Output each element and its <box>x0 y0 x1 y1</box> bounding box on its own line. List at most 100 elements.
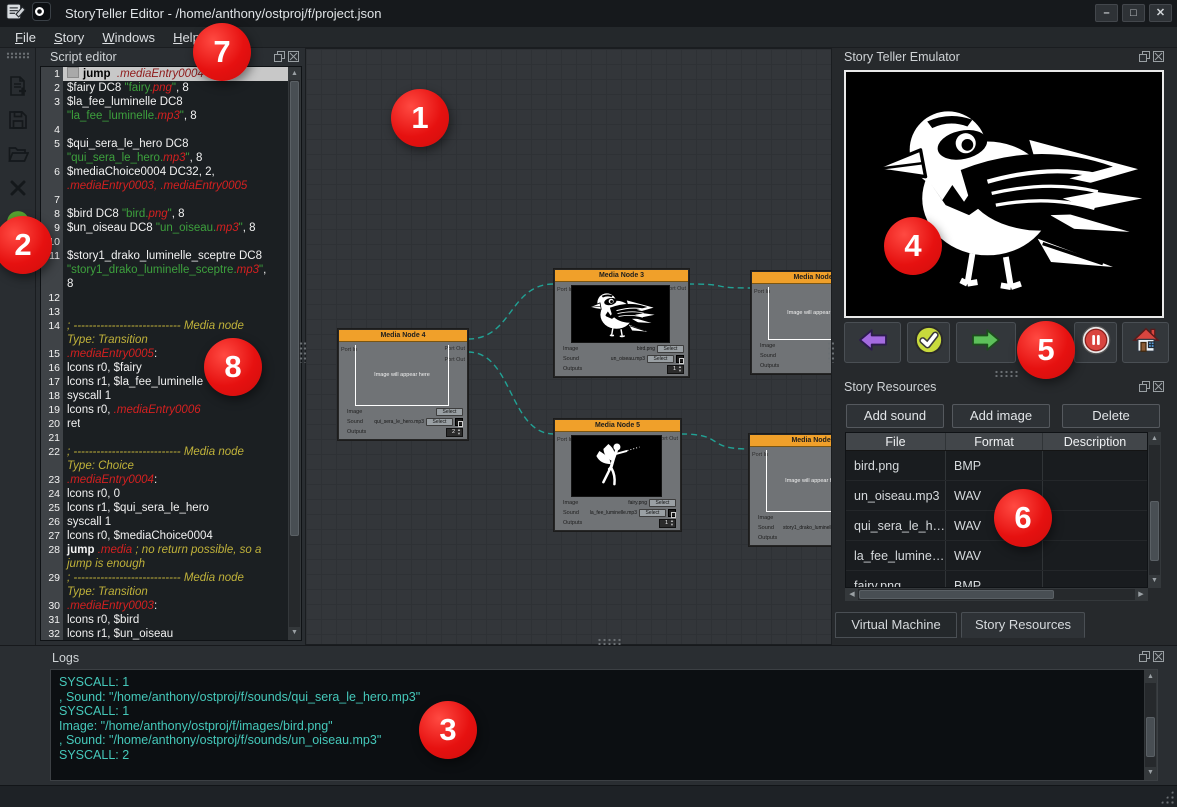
save-icon[interactable] <box>5 107 31 133</box>
column-header[interactable]: File <box>846 433 946 450</box>
scroll-up-icon[interactable]: ▲ <box>289 68 300 80</box>
add-image-button[interactable]: Add image <box>952 404 1050 428</box>
table-row[interactable]: fairy.pngBMP <box>846 571 1147 588</box>
scroll-down-icon[interactable]: ▼ <box>1149 575 1160 587</box>
back-button[interactable] <box>844 322 901 363</box>
left-toolbar <box>0 48 36 645</box>
resize-grip[interactable] <box>1160 790 1174 804</box>
code-row: 13 <box>41 305 301 319</box>
scroll-left-icon[interactable]: ◀ <box>846 589 858 600</box>
log-line: Image: "/home/anthony/ostproj/f/images/b… <box>59 719 1149 734</box>
code-row: 4 <box>41 123 301 137</box>
float-icon[interactable] <box>1139 51 1150 62</box>
script-scrollbar-thumb[interactable] <box>290 81 299 536</box>
select-button[interactable]: Select <box>657 345 684 353</box>
outputs-spinner[interactable]: 2▲▼ <box>446 428 463 437</box>
pause-button[interactable] <box>1074 322 1117 363</box>
float-icon[interactable] <box>1139 651 1150 662</box>
scroll-up-icon[interactable]: ▲ <box>1149 433 1160 445</box>
status-bar <box>0 785 1177 807</box>
trash-icon[interactable] <box>676 355 684 363</box>
table-cell <box>1043 541 1147 570</box>
code-row: 1jump .mediaEntry0004 <box>41 67 301 81</box>
select-button[interactable]: Select <box>436 408 463 416</box>
float-icon[interactable] <box>274 51 285 62</box>
new-file-icon[interactable] <box>5 73 31 99</box>
tab-story-resources[interactable]: Story Resources <box>961 612 1085 638</box>
annotation-circle-3: 3 <box>419 701 477 759</box>
media-node[interactable]: Media Node 6Port InPort OutImage will ap… <box>749 434 832 546</box>
media-node[interactable]: Media Node 5Port InPort OutImagefairy.pn… <box>554 419 681 531</box>
select-button[interactable]: Select <box>426 418 453 426</box>
scroll-up-icon[interactable]: ▲ <box>1145 671 1156 683</box>
resources-scrollbar[interactable]: ▲ ▼ <box>1148 432 1161 588</box>
table-cell: BMP <box>946 571 1043 588</box>
column-header[interactable]: Format <box>946 433 1043 450</box>
trash-icon[interactable] <box>668 509 676 517</box>
scroll-right-icon[interactable]: ▶ <box>1135 589 1147 600</box>
trash-icon[interactable] <box>455 418 463 426</box>
code-row: 11$story1_drako_luminelle_sceptre DC8 <box>41 249 301 263</box>
splitter-handle[interactable] <box>299 341 306 363</box>
field-label: Outputs <box>347 429 370 435</box>
node-body: Port InPort OutImagebird.pngSelectSoundu… <box>555 283 688 376</box>
logs-output[interactable]: SYSCALL: 1, Sound: "/home/anthony/ostpro… <box>50 669 1158 781</box>
code-area[interactable]: 1jump .mediaEntry00042$fairy DC8 "fairy.… <box>40 66 302 641</box>
app-icon <box>32 2 51 26</box>
open-folder-icon[interactable] <box>5 141 31 167</box>
node-field-row: Soundun_oiseau.mp3Select <box>563 354 684 364</box>
next-button[interactable] <box>956 322 1016 363</box>
splitter-handle[interactable] <box>597 638 623 645</box>
script-editor-title: Script editor <box>50 50 117 64</box>
code-row: 19lcons r0, .mediaEntry0006 <box>41 403 301 417</box>
splitter-handle[interactable] <box>827 341 834 363</box>
select-button[interactable]: Select <box>649 499 676 507</box>
add-sound-button[interactable]: Add sound <box>846 404 944 428</box>
menu-windows[interactable]: Windows <box>93 30 164 45</box>
home-button[interactable] <box>1122 322 1169 363</box>
tab-virtual-machine[interactable]: Virtual Machine <box>835 612 957 638</box>
node-fields: Imagefairy.pngSelectSoundla_fee_luminell… <box>563 498 676 528</box>
scroll-down-icon[interactable]: ▼ <box>1145 767 1156 779</box>
logs-panel: Logs SYSCALL: 1, Sound: "/home/anthony/o… <box>0 645 1177 785</box>
code-row: 15.mediaEntry0005: <box>41 347 301 361</box>
close-icon[interactable] <box>1153 651 1164 662</box>
ok-button[interactable] <box>907 322 950 363</box>
outputs-spinner[interactable]: 1▲▼ <box>659 519 676 528</box>
resources-hscrollbar[interactable]: ◀ ▶ <box>845 588 1148 601</box>
close-icon[interactable] <box>1153 51 1164 62</box>
toolbar-drag-handle[interactable] <box>6 52 30 59</box>
maximize-button[interactable]: □ <box>1122 4 1145 22</box>
cut-icon[interactable] <box>5 175 31 201</box>
field-label: Outputs <box>563 366 586 372</box>
close-button[interactable]: ✕ <box>1149 4 1172 22</box>
menu-story[interactable]: Story <box>45 30 93 45</box>
close-icon[interactable] <box>1153 381 1164 392</box>
close-icon[interactable] <box>288 51 299 62</box>
table-cell <box>1043 511 1147 540</box>
table-row[interactable]: bird.pngBMP <box>846 451 1147 481</box>
code-row: 31lcons r0, $bird <box>41 613 301 627</box>
node-field-row: Outputs1▲▼ <box>758 533 832 543</box>
node-canvas[interactable]: Media Node 4Port InPort OutPort OutImage… <box>305 48 832 645</box>
emulator-title: Story Teller Emulator <box>844 50 960 64</box>
node-field-row: Outputs 1▲▼ <box>563 364 684 374</box>
code-row: "qui_sera_le_hero.mp3", 8 <box>41 151 301 165</box>
logs-scrollbar[interactable]: ▲ ▼ <box>1144 670 1157 780</box>
select-button[interactable]: Select <box>647 355 674 363</box>
select-button[interactable]: Select <box>639 509 666 517</box>
column-header[interactable]: Description <box>1043 433 1147 450</box>
media-node[interactable]: Media Node 4Port InPort OutPort OutImage… <box>338 329 468 440</box>
dock-splitter-handle[interactable] <box>994 370 1020 377</box>
table-row[interactable]: la_fee_lumine…WAV <box>846 541 1147 571</box>
scroll-down-icon[interactable]: ▼ <box>289 627 300 639</box>
code-row: 9$un_oiseau DC8 "un_oiseau.mp3", 8 <box>41 221 301 235</box>
minimize-button[interactable]: – <box>1095 4 1118 22</box>
menu-file[interactable]: File <box>6 30 45 45</box>
float-icon[interactable] <box>1139 381 1150 392</box>
media-node[interactable]: Media Node 2Port InPort OutImage will ap… <box>751 271 832 374</box>
delete-button[interactable]: Delete <box>1062 404 1160 428</box>
outputs-spinner[interactable]: 1▲▼ <box>667 365 684 374</box>
media-node[interactable]: Media Node 3Port InPort OutImagebird.png… <box>554 269 689 377</box>
annotation-circle-8: 8 <box>204 338 262 396</box>
